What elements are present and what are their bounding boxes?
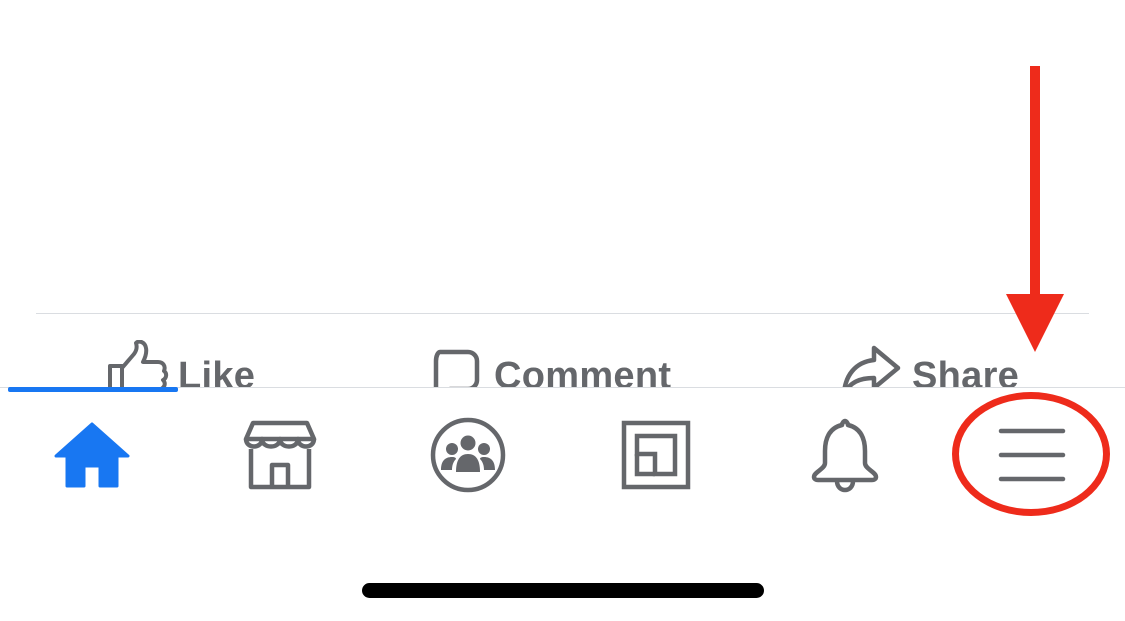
hamburger-menu-icon (997, 425, 1067, 490)
comment-button[interactable]: Comment (426, 340, 671, 388)
share-arrow-icon (840, 340, 904, 388)
tab-notifications[interactable] (800, 412, 890, 502)
marketplace-store-icon (243, 419, 317, 496)
post-action-bar: Like Comment Share (0, 340, 1125, 388)
tab-marketplace[interactable] (235, 412, 325, 502)
home-indicator-bar (362, 583, 764, 598)
tab-gaming[interactable] (611, 412, 701, 502)
like-button[interactable]: Like (106, 340, 255, 388)
tab-menu[interactable] (987, 412, 1077, 502)
groups-icon (429, 416, 507, 499)
bell-icon (810, 417, 880, 498)
thumbs-up-icon (106, 340, 170, 388)
like-label: Like (178, 355, 256, 388)
tab-home[interactable] (47, 412, 137, 502)
post-divider (36, 313, 1089, 314)
comment-label: Comment (494, 355, 672, 388)
share-label: Share (912, 355, 1020, 388)
share-button[interactable]: Share (840, 340, 1019, 388)
comment-bubble-icon (426, 340, 486, 388)
tab-groups[interactable] (423, 412, 513, 502)
active-tab-indicator (8, 387, 178, 392)
gaming-icon (621, 420, 691, 495)
home-icon (54, 420, 130, 495)
